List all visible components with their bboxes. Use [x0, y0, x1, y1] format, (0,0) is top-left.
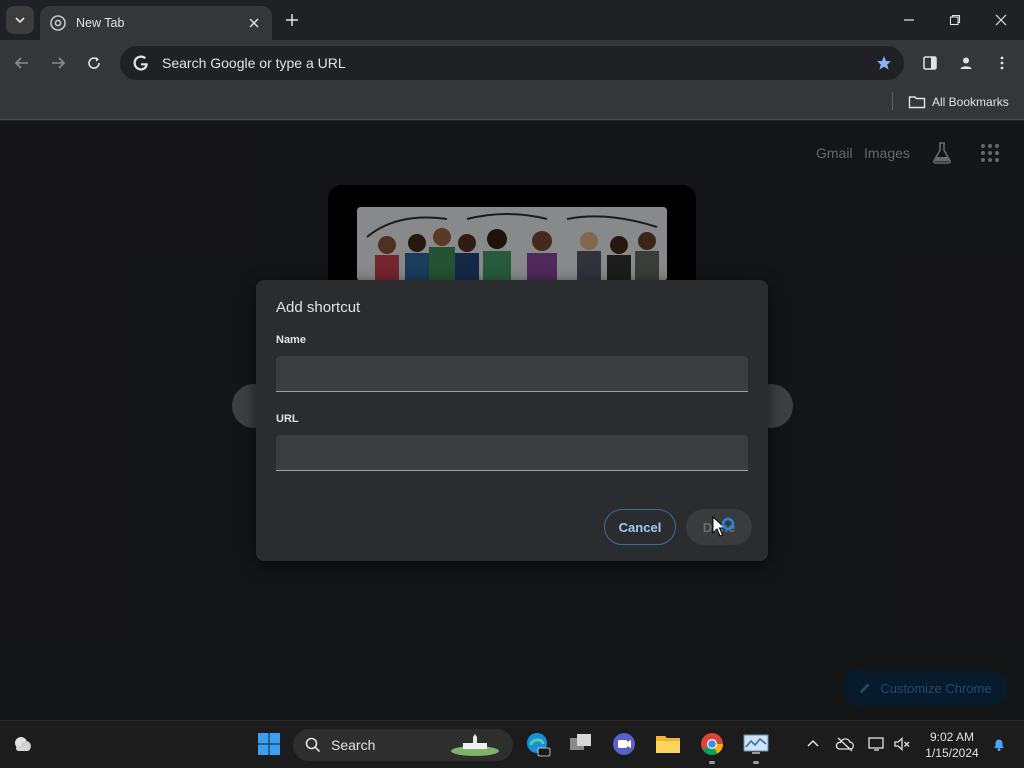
reload-button[interactable]	[80, 49, 108, 77]
close-window-button[interactable]	[978, 4, 1024, 36]
bookmark-star-icon[interactable]	[876, 55, 892, 71]
forward-button[interactable]	[44, 49, 72, 77]
taskbar-file-explorer[interactable]	[655, 731, 681, 757]
volume-muted-icon	[894, 737, 910, 751]
google-g-icon	[133, 55, 148, 71]
chevron-down-icon	[15, 17, 25, 24]
clock-date: 1/15/2024	[925, 746, 979, 760]
system-clock[interactable]: 9:02 AM 1/15/2024	[918, 729, 986, 761]
taskbar-search-label: Search	[331, 737, 376, 753]
new-tab-button[interactable]	[280, 8, 304, 32]
cloud-offline-icon	[835, 737, 854, 752]
search-icon	[305, 737, 321, 753]
taskbar-meet[interactable]	[611, 731, 637, 757]
back-button[interactable]	[8, 49, 36, 77]
start-button[interactable]	[256, 731, 282, 757]
bookmarks-bar: All Bookmarks	[0, 86, 1024, 120]
chevron-up-icon	[807, 739, 819, 747]
menu-button[interactable]	[988, 49, 1016, 77]
chrome-icon	[50, 15, 66, 31]
clock-time: 9:02 AM	[929, 730, 975, 744]
name-field-label: Name	[276, 334, 306, 346]
weather-cloud-icon	[15, 737, 31, 751]
network-icon	[868, 737, 884, 751]
all-bookmarks-label: All Bookmarks	[932, 95, 1009, 109]
taskbar-chrome[interactable]	[699, 731, 725, 757]
profile-icon	[960, 57, 972, 69]
windows-logo-icon	[258, 733, 280, 755]
notifications-button[interactable]	[986, 731, 1012, 757]
show-hidden-icons-button[interactable]	[800, 731, 826, 757]
omnibox[interactable]: Search Google or type a URL	[120, 46, 904, 80]
onedrive-tray[interactable]	[832, 731, 858, 757]
arrow-left-icon	[14, 57, 28, 69]
all-bookmarks-button[interactable]: All Bookmarks	[908, 91, 1009, 113]
restore-button[interactable]	[932, 4, 978, 36]
title-bar: New Tab	[0, 0, 1024, 40]
cancel-button[interactable]: Cancel	[604, 509, 676, 545]
network-tray[interactable]	[864, 731, 890, 757]
folder-icon	[908, 96, 926, 109]
task-view-icon	[570, 734, 591, 750]
omnibox-placeholder: Search Google or type a URL	[162, 55, 346, 71]
taskbar-task-view[interactable]	[568, 731, 594, 757]
restore-icon	[949, 14, 961, 26]
monitor-chart-icon	[743, 734, 769, 754]
arrow-right-icon	[52, 57, 66, 69]
close-tab-icon[interactable]	[246, 15, 262, 31]
taskbar: Search 9:02 AM 1/15/2024	[0, 720, 1024, 768]
profile-button[interactable]	[952, 49, 980, 77]
minimize-icon	[904, 19, 914, 21]
plus-icon	[286, 14, 298, 26]
url-field-label: URL	[276, 413, 299, 425]
toolbar: Search Google or type a URL	[0, 40, 1024, 86]
video-chat-icon	[613, 733, 635, 755]
busy-cursor-icon	[712, 515, 735, 537]
dialog-title: Add shortcut	[276, 299, 361, 316]
file-explorer-icon	[656, 736, 680, 753]
chrome-running-indicator	[709, 761, 715, 764]
minimize-button[interactable]	[886, 4, 932, 36]
add-shortcut-dialog: Add shortcut Name URL Cancel Done	[256, 280, 768, 561]
side-panel-icon	[923, 56, 937, 70]
edge-icon	[527, 733, 551, 757]
weather-widget[interactable]	[10, 731, 36, 757]
taskbar-search-box[interactable]: Search	[293, 729, 513, 761]
tab-search-button[interactable]	[6, 6, 34, 34]
taskbar-monitor-app[interactable]	[743, 731, 769, 757]
url-input[interactable]	[276, 435, 748, 471]
three-dots-vertical-icon	[1000, 56, 1004, 70]
side-panel-button[interactable]	[916, 49, 944, 77]
search-highlight-icon	[451, 734, 499, 756]
monitor-running-indicator	[753, 761, 759, 764]
chrome-color-icon	[701, 733, 723, 755]
close-icon	[995, 14, 1007, 26]
bookmarks-separator	[892, 92, 893, 110]
taskbar-edge-beta[interactable]	[525, 731, 551, 757]
reload-icon	[88, 57, 100, 69]
volume-tray[interactable]	[889, 731, 915, 757]
bell-icon	[994, 739, 1004, 751]
tab-new-tab[interactable]: New Tab	[40, 6, 272, 40]
name-input[interactable]	[276, 356, 748, 392]
tab-label: New Tab	[76, 16, 125, 30]
